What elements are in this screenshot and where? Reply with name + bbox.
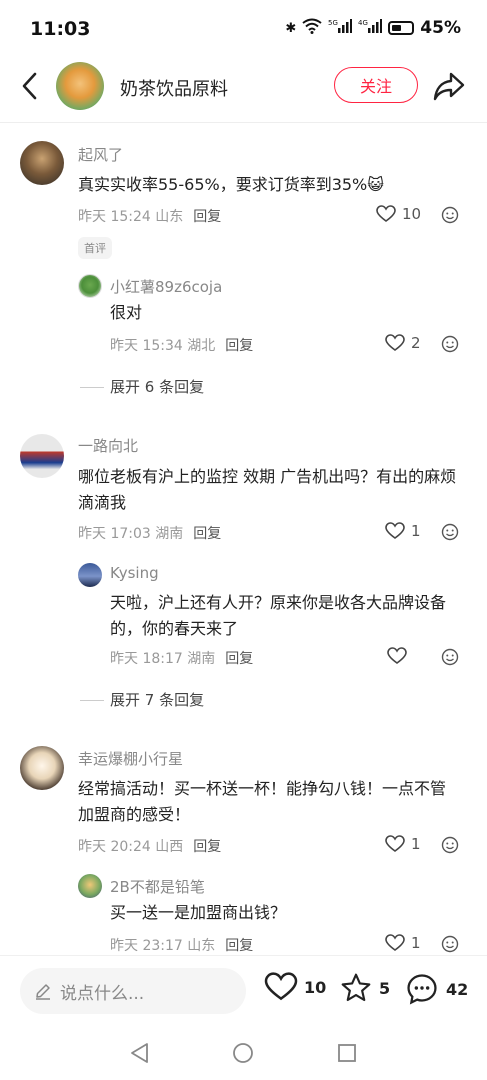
comment-meta: 昨天 20:24 山西 回复 [78,836,221,856]
avatar[interactable] [78,563,102,587]
system-nav-bar [0,1027,487,1080]
nav-recents-icon[interactable] [335,1041,359,1065]
comments-button[interactable]: 42 [404,972,468,1006]
reply-time-location: 昨天 18:17 湖南 [110,651,216,667]
svg-text:4G: 4G [358,19,368,27]
comment-text[interactable]: 经常搞活动！买一杯送一杯！能挣勾八钱！一点不管加盟商的感受！ [78,776,458,828]
emoji-reaction-icon[interactable] [441,836,459,854]
collect-button[interactable]: 5 [339,972,390,1004]
reply-button[interactable]: 回复 [193,209,221,225]
like-post-button[interactable]: 10 [264,972,326,1002]
back-button[interactable] [14,68,44,104]
like-button[interactable]: 2 [385,334,421,352]
bottom-action-bar: 说点什么... 10 5 42 [0,955,487,1028]
reply-username[interactable]: 小红薯89z6coja [110,276,222,297]
first-comment-badge: 首评 [78,237,112,259]
avatar[interactable] [20,434,64,478]
comment-input[interactable]: 说点什么... [20,968,246,1014]
battery-icon [388,21,415,35]
author-avatar[interactable] [56,62,104,110]
reply-text[interactable]: 天啦，沪上还有人开？原来你是收各大品牌设备的，你的春天来了 [110,590,450,642]
heart-icon [385,334,405,351]
comment-time-location: 昨天 20:24 山西 [78,839,184,855]
share-button[interactable] [432,70,466,102]
comment-time-location: 昨天 17:03 湖南 [78,526,184,542]
signal-5g-icon: 5G [328,18,353,38]
comment-input-placeholder: 说点什么... [60,983,145,1004]
status-bar: 11:03 ✱ 5G 4G 45% [0,0,487,58]
comment-username[interactable]: 幸运爆棚小行星 [78,748,183,769]
bluetooth-icon: ✱ [285,20,297,36]
like-count: 1 [411,934,421,952]
comment-username[interactable]: 起风了 [78,144,123,165]
comment-text[interactable]: 哪位老板有沪上的监控 效期 广告机出吗？有出的麻烦滴滴我 [78,464,458,516]
signal-4g-icon: 4G [358,18,383,38]
heart-icon [385,522,405,539]
reply-button[interactable]: 回复 [225,651,253,667]
like-count: 1 [411,835,421,853]
emoji-reaction-icon[interactable] [441,648,459,666]
reply-meta: 昨天 15:34 湖北 回复 [110,335,253,355]
comment-bubble-icon [407,974,437,1005]
like-button[interactable]: 1 [385,835,421,853]
battery-percent: 45% [420,18,461,38]
like-button[interactable]: 10 [376,205,421,223]
like-button[interactable]: 1 [385,522,421,540]
reply-time-location: 昨天 15:34 湖北 [110,338,216,354]
top-header: 奶茶饮品原料 关注 [0,58,487,116]
comment-username[interactable]: 一路向北 [78,435,138,456]
like-count: 10 [402,205,422,223]
heart-icon [387,647,407,664]
heart-icon [376,205,396,222]
chevron-left-icon [22,72,37,100]
collect-count: 5 [379,978,391,998]
share-icon [433,72,465,101]
heart-icon [385,934,405,951]
status-icons: ✱ 5G 4G 45% [285,18,461,38]
reply-meta: 昨天 18:17 湖南 回复 [110,648,253,668]
post-like-count: 10 [304,977,327,997]
header-divider [0,122,487,123]
avatar[interactable] [20,141,64,185]
author-name[interactable]: 奶茶饮品原料 [120,75,228,101]
like-count: 1 [411,522,421,540]
reply-button[interactable]: 回复 [193,839,221,855]
like-button[interactable]: 1 [385,934,421,952]
star-icon [341,973,371,1002]
wifi-icon [302,18,322,38]
reply-text[interactable]: 买一送一是加盟商出钱？ [110,900,286,926]
nav-back-icon[interactable] [128,1041,152,1065]
avatar[interactable] [78,874,102,898]
avatar[interactable] [20,746,64,790]
emoji-reaction-icon[interactable] [441,335,459,353]
reply-button[interactable]: 回复 [225,938,253,954]
heart-icon [264,972,298,1001]
emoji-reaction-icon[interactable] [441,206,459,224]
like-count: 2 [411,334,421,352]
emoji-reaction-icon[interactable] [441,523,459,541]
svg-text:5G: 5G [328,19,338,27]
comment-time-location: 昨天 15:24 山东 [78,209,184,225]
reply-button[interactable]: 回复 [193,526,221,542]
status-time: 11:03 [30,18,91,40]
reply-username[interactable]: 2B不都是铅笔 [110,876,205,897]
comment-count: 42 [446,979,469,999]
expand-replies-button[interactable]: 展开 7 条回复 [110,689,204,710]
reply-time-location: 昨天 23:17 山东 [110,938,216,954]
expand-replies-button[interactable]: 展开 6 条回复 [110,376,204,397]
heart-icon [385,835,405,852]
avatar[interactable] [78,274,102,298]
nav-home-icon[interactable] [231,1041,255,1065]
like-button[interactable] [387,647,413,665]
follow-button[interactable]: 关注 [334,67,418,103]
reply-text[interactable]: 很对 [110,300,142,326]
emoji-reaction-icon[interactable] [441,935,459,953]
pencil-icon [36,984,50,1000]
reply-meta: 昨天 23:17 山东 回复 [110,935,253,955]
comment-meta: 昨天 15:24 山东 回复 [78,206,221,226]
reply-button[interactable]: 回复 [225,338,253,354]
comment-text[interactable]: 真实实收率55-65%，要求订货率到35%😺 [78,172,438,198]
comment-meta: 昨天 17:03 湖南 回复 [78,523,221,543]
reply-username[interactable]: Kysing [110,564,159,582]
